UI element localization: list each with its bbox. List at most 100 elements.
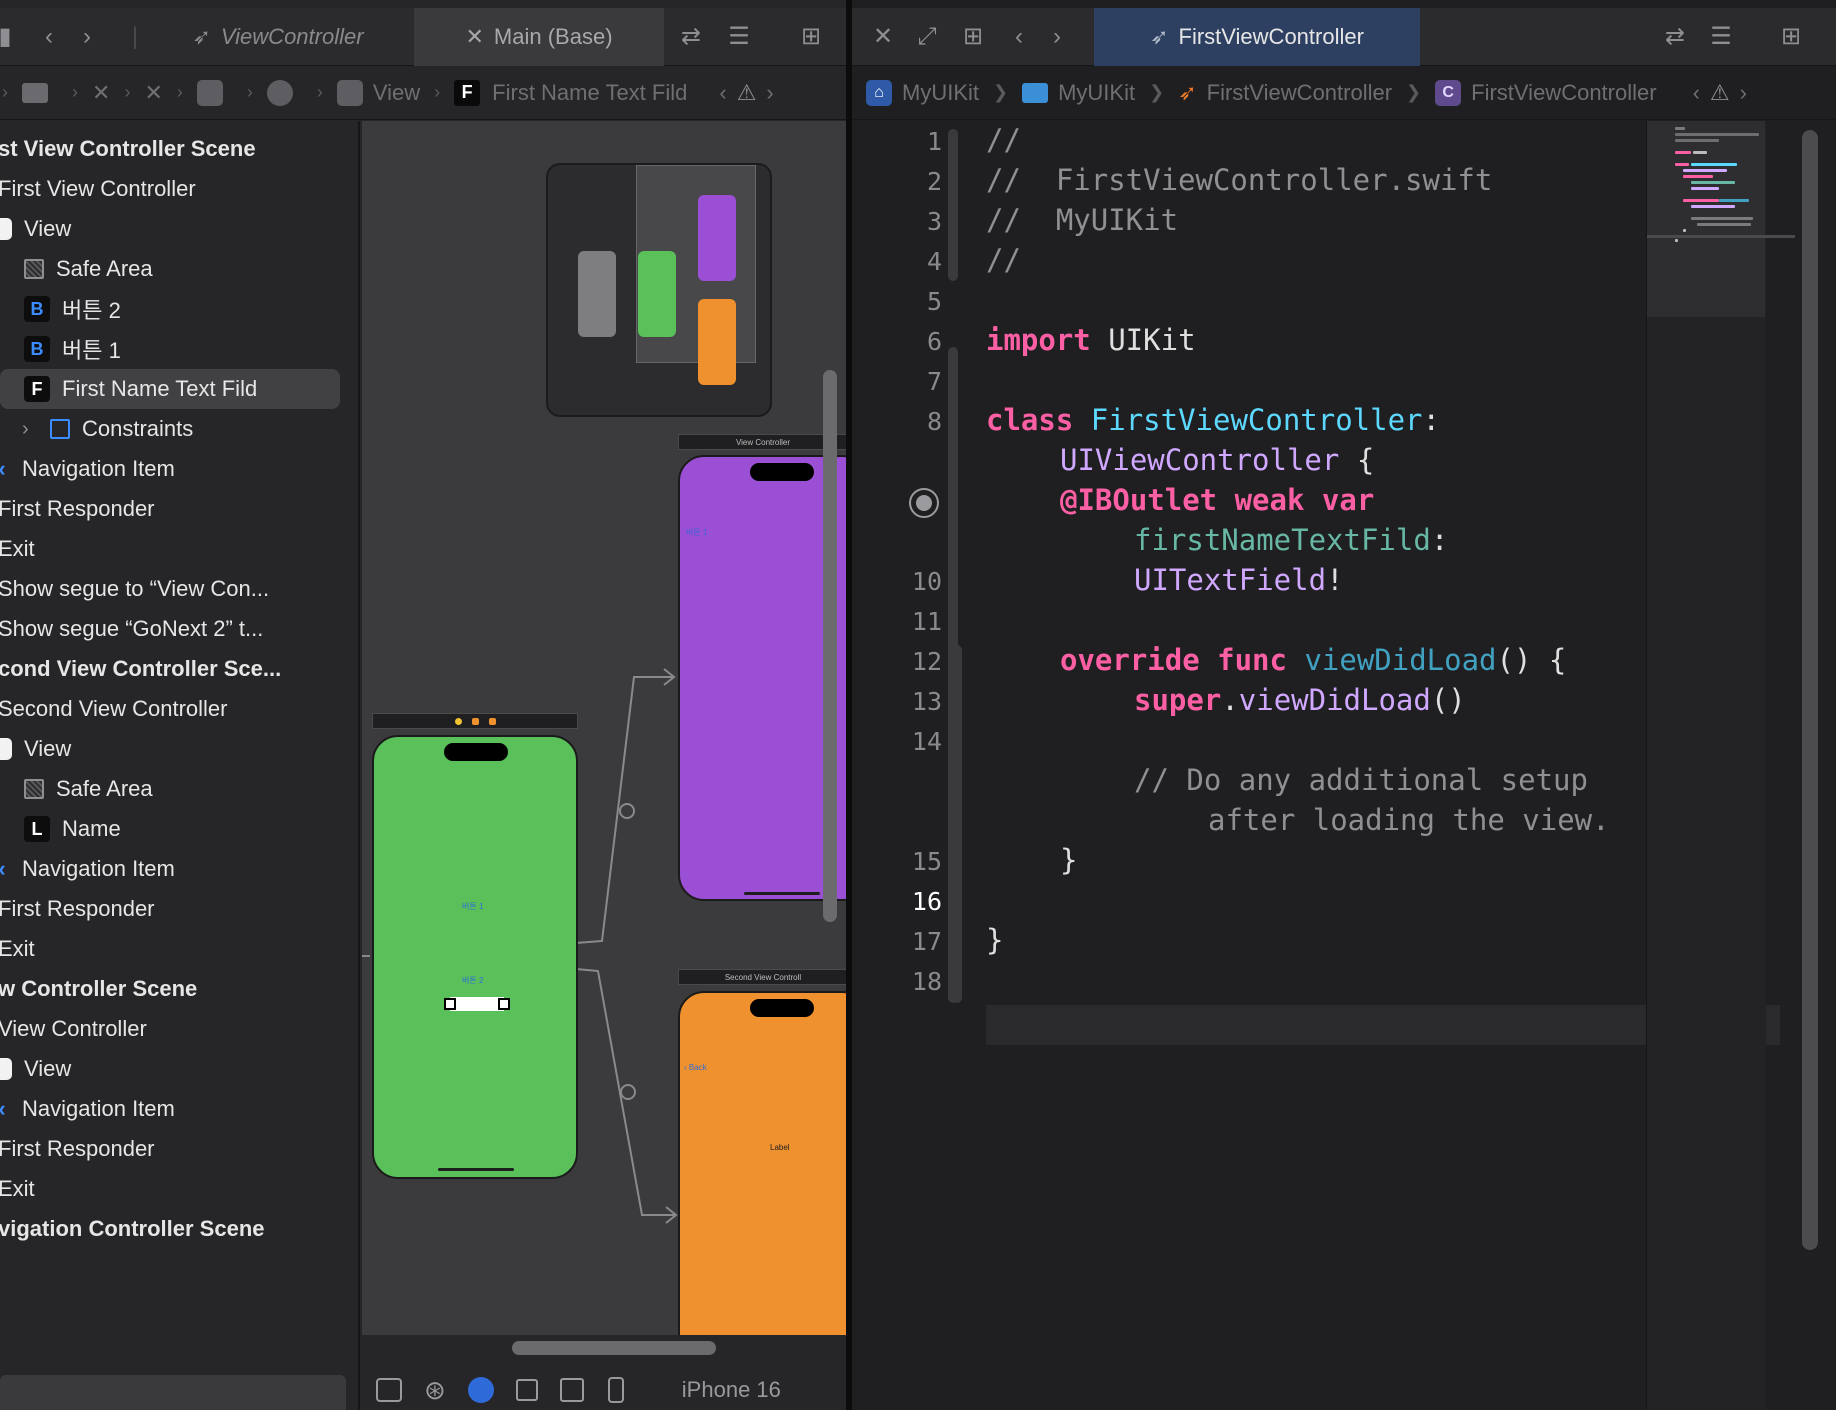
controller-crumb-icon[interactable] [266, 79, 303, 106]
tab-viewcontroller[interactable]: ➶ ViewController [150, 8, 406, 66]
scene-crumb-icon[interactable] [196, 79, 233, 106]
line-number[interactable]: 7 [927, 367, 942, 396]
outline-item[interactable]: Show segue to “View Con... [0, 569, 269, 609]
outline-item[interactable]: Second View Controller [0, 689, 228, 729]
group-crumb[interactable]: MyUIKit [1022, 80, 1135, 106]
expand-icon[interactable]: ⤢ [912, 24, 942, 50]
next-issue-icon[interactable]: › [766, 80, 773, 106]
storyboard-crumb-icon[interactable]: ✕ [92, 80, 110, 106]
code-minimap[interactable] [1646, 121, 1795, 1410]
line-number[interactable]: 15 [912, 847, 942, 876]
accessibility-icon[interactable]: ⊛ [424, 1375, 446, 1406]
close-editor-icon[interactable]: ✕ [868, 24, 898, 50]
project-crumb[interactable]: ⌂ MyUIKit [866, 79, 979, 106]
outline-item[interactable]: Show segue “GoNext 2” t... [0, 609, 263, 649]
field-crumb[interactable]: F First Name Text Fild [454, 79, 687, 106]
dock-responder-icon[interactable] [471, 717, 479, 725]
grid-icon[interactable]: ⊞ [958, 24, 988, 50]
device-icon[interactable] [607, 1377, 624, 1403]
line-number[interactable]: 2 [927, 167, 942, 196]
folder-crumb-icon[interactable] [22, 82, 58, 103]
symbol-crumb[interactable]: C FirstViewController [1435, 79, 1657, 106]
outline-item[interactable]: View [0, 1049, 71, 1089]
line-number[interactable]: 5 [927, 287, 942, 316]
forward-icon[interactable]: › [1042, 24, 1072, 50]
sidebar-toggle-icon[interactable]: ▮ [0, 24, 20, 50]
line-number[interactable]: 6 [927, 327, 942, 356]
green-button-2[interactable]: 버튼 2 [462, 975, 483, 986]
tab-main-storyboard[interactable]: ✕ Main (Base) [414, 8, 664, 66]
outline-item[interactable]: ‹ Navigation Item [0, 1089, 175, 1129]
outline-filter-field[interactable] [0, 1375, 346, 1410]
outline-item[interactable]: Exit [0, 529, 35, 569]
green-button-1[interactable]: 버튼 1 [462, 901, 483, 912]
outline-item[interactable]: B 버튼 2 [24, 289, 121, 329]
outline-toggle-icon[interactable] [376, 1378, 402, 1402]
swap-icon[interactable]: ⇄ [1660, 24, 1690, 50]
back-icon[interactable]: ‹ [34, 24, 64, 50]
back-icon[interactable]: ‹ [1004, 24, 1034, 50]
view-crumb[interactable]: View [336, 79, 420, 106]
outline-item[interactable]: vigation Controller Scene [0, 1209, 265, 1249]
orange-scene-title[interactable]: Second View Controll [678, 969, 846, 985]
editor-vertical-scrollbar[interactable] [1802, 130, 1818, 1250]
line-number[interactable]: 17 [912, 927, 942, 956]
outline-item[interactable]: First View Controller [0, 169, 196, 209]
outline-item[interactable]: L Name [24, 809, 121, 849]
orange-view-controller[interactable]: ‹ Back Label [678, 991, 846, 1335]
line-number[interactable]: 13 [912, 687, 942, 716]
split-icon[interactable] [559, 1378, 584, 1402]
dock-controller-icon[interactable] [454, 717, 462, 725]
back-button[interactable]: ‹ Back [684, 1063, 707, 1072]
outline-item[interactable]: Exit [0, 929, 35, 969]
outline-item[interactable]: ‹ Navigation Item [0, 849, 175, 889]
outline-item[interactable]: F First Name Text Fild [0, 369, 340, 409]
outline-item[interactable]: ‹ Navigation Item [0, 449, 175, 489]
file-crumb[interactable]: ➶ FirstViewController [1178, 80, 1392, 106]
orientation-icon[interactable] [515, 1379, 538, 1401]
device-label[interactable]: iPhone 16 [682, 1377, 781, 1403]
lines-icon[interactable]: ☰ [724, 24, 754, 50]
appearance-icon[interactable] [467, 1377, 494, 1403]
outline-item[interactable]: Safe Area [24, 769, 153, 809]
source-editor[interactable]: // // FirstViewController.swift // MyUIK… [986, 121, 1780, 1410]
line-number[interactable]: 11 [912, 607, 942, 636]
tab-firstviewcontroller[interactable]: ➶ FirstViewController [1094, 8, 1420, 66]
forward-icon[interactable]: › [72, 24, 102, 50]
outline-item[interactable]: First Responder [0, 889, 155, 929]
prev-issue-icon[interactable]: ‹ [1693, 80, 1700, 106]
line-number[interactable]: 10 [912, 567, 942, 596]
outline-item[interactable]: › Constraints [22, 409, 193, 449]
line-number-gutter[interactable]: 1 2 3 4 5 6 7 8 10 11 12 13 14 15 16 17 18 [852, 121, 962, 1410]
green-scene-dock[interactable] [372, 713, 578, 729]
line-number[interactable]: 3 [927, 207, 942, 236]
line-number[interactable]: 1 [927, 127, 942, 156]
dock-exit-icon[interactable] [488, 717, 496, 725]
canvas-vertical-scrollbar[interactable] [823, 370, 837, 922]
line-number[interactable]: 18 [912, 967, 942, 996]
outline-item[interactable]: B 버튼 1 [24, 329, 121, 369]
outline-item[interactable]: First Responder [0, 1129, 155, 1169]
outline-item[interactable]: cond View Controller Sce... [0, 649, 281, 689]
storyboard-canvas[interactable]: 버튼 1 버튼 2 View Controller 버튼 1 Second Vi… [362, 121, 846, 1335]
outline-item[interactable]: View [0, 209, 71, 249]
line-number[interactable]: 4 [927, 247, 942, 276]
warning-icon[interactable]: ⚠ [737, 80, 757, 106]
first-name-text-field[interactable] [444, 997, 510, 1011]
purple-view-controller[interactable]: 버튼 1 [678, 455, 846, 901]
outline-item[interactable]: Safe Area [24, 249, 153, 289]
outlet-connection-icon[interactable] [909, 488, 939, 518]
add-editor-icon[interactable]: ⊞ [796, 24, 826, 50]
storyboard-base-crumb-icon[interactable]: ✕ [144, 80, 162, 106]
next-issue-icon[interactable]: › [1740, 80, 1747, 106]
outline-item[interactable]: st View Controller Scene [0, 129, 256, 169]
purple-scene-title[interactable]: View Controller [678, 434, 846, 450]
outline-item[interactable]: View Controller [0, 1009, 147, 1049]
line-number[interactable]: 14 [912, 727, 942, 756]
add-editor-icon[interactable]: ⊞ [1776, 24, 1806, 50]
warning-icon[interactable]: ⚠ [1710, 80, 1730, 106]
outline-item[interactable]: First Responder [0, 489, 155, 529]
canvas-horizontal-scrollbar[interactable] [512, 1341, 716, 1355]
line-number[interactable]: 16 [912, 887, 942, 916]
outline-item[interactable]: Exit [0, 1169, 35, 1209]
